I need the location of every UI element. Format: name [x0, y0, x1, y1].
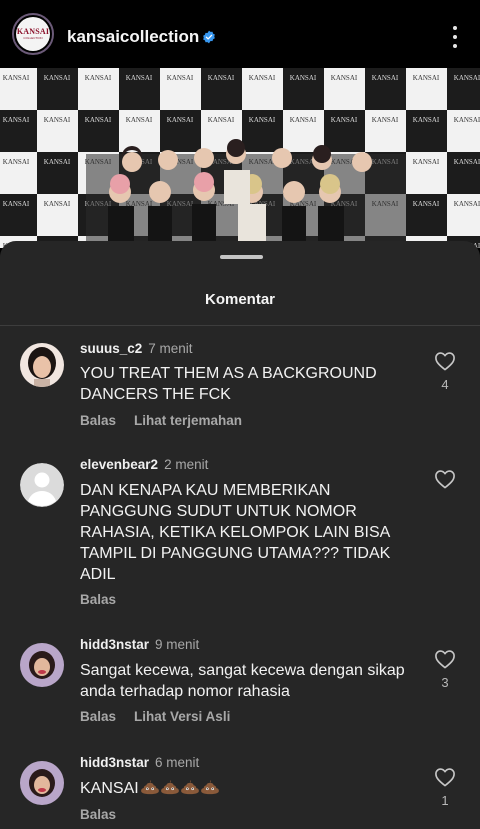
dot-icon [453, 26, 457, 30]
commenter-username[interactable]: elevenbear2 2 menit [80, 457, 208, 472]
post-image: KANSAI KANSAI KANSAI KANSAI [0, 68, 480, 248]
see-original-button[interactable]: Lihat Versi Asli [134, 709, 230, 724]
comment-time: 2 menit [164, 457, 209, 472]
username-text: hidd3nstar [80, 755, 150, 770]
comments-sheet: Komentar suuus_c2 7 menit YOU TREAT THEM … [0, 241, 480, 829]
like-count: 1 [441, 793, 449, 808]
comment-item: suuus_c2 7 menit YOU TREAT THEM AS A BACK… [0, 337, 480, 447]
comment-time: 7 menit [148, 341, 193, 356]
photo-avatar-icon [20, 761, 64, 805]
default-avatar-icon [20, 463, 64, 507]
heart-icon[interactable] [434, 767, 456, 787]
reply-button[interactable]: Balas [80, 709, 116, 724]
comment-item: hidd3nstar 6 menit KANSAI Balas 1 [0, 753, 480, 829]
comment-actions: Balas [80, 592, 134, 607]
dot-icon [453, 35, 457, 39]
sheet-title: Komentar [204, 291, 275, 308]
divider [0, 325, 480, 326]
heart-icon[interactable] [434, 469, 456, 489]
pile-of-poo-icon [160, 779, 179, 795]
verified-badge-icon [203, 30, 215, 44]
kansai-logo: KANSAI COLLECTION [16, 17, 50, 51]
sheet-drag-handle[interactable] [220, 255, 263, 259]
commenter-avatar[interactable] [20, 343, 64, 387]
heart-icon[interactable] [434, 649, 456, 669]
commenter-avatar[interactable] [20, 463, 64, 507]
commenter-avatar[interactable] [20, 761, 64, 805]
like-count: 4 [441, 377, 449, 392]
pile-of-poo-icon [140, 779, 159, 795]
pile-of-poo-icon [200, 779, 219, 795]
comment-time: 6 menit [155, 755, 200, 770]
reply-button[interactable]: Balas [80, 413, 116, 428]
more-options-button[interactable] [446, 24, 464, 50]
see-translation-button[interactable]: Lihat terjemahan [134, 413, 242, 428]
logo-subtext: COLLECTION [23, 36, 43, 40]
photo-avatar-icon [20, 343, 64, 387]
comment-actions: Balas Lihat terjemahan [80, 413, 260, 428]
commenter-username[interactable]: hidd3nstar 9 menit [80, 637, 199, 652]
like-count: 3 [441, 675, 449, 690]
comment-text-content: KANSAI [80, 780, 139, 797]
logo-text: KANSAI [16, 27, 50, 36]
reply-button[interactable]: Balas [80, 807, 116, 822]
username-text: hidd3nstar [80, 637, 150, 652]
username-text: elevenbear2 [80, 457, 159, 472]
comment-actions: Balas [80, 807, 134, 822]
photo-avatar-icon [20, 643, 64, 687]
comment-text: DAN KENAPA KAU MEMBERIKAN PANGGUNG SUDUT… [80, 482, 391, 583]
comment-time: 9 menit [155, 637, 200, 652]
comment-item: hidd3nstar 9 menit Sangat kecewa, sangat … [0, 635, 480, 735]
dot-icon [453, 44, 457, 48]
heart-icon[interactable] [434, 351, 456, 371]
commenter-username[interactable]: suuus_c2 7 menit [80, 341, 193, 356]
comment-item: elevenbear2 2 menit DAN KENAPA KAU MEMBER… [0, 455, 480, 615]
performers-group [86, 139, 406, 248]
comment-text: Sangat kecewa, sangat kecewa dengan sika… [80, 662, 405, 700]
username-text: suuus_c2 [80, 341, 143, 356]
profile-username[interactable]: kansaicollection [67, 27, 199, 47]
commenter-username[interactable]: hidd3nstar 6 menit [80, 755, 199, 770]
pile-of-poo-icon [180, 779, 199, 795]
commenter-avatar[interactable] [20, 643, 64, 687]
profile-avatar[interactable]: KANSAI COLLECTION [12, 13, 54, 55]
post-header: KANSAI COLLECTION kansaicollection [0, 0, 480, 68]
comment-actions: Balas Lihat Versi Asli [80, 709, 248, 724]
reply-button[interactable]: Balas [80, 592, 116, 607]
post-photo[interactable]: KANSAI KANSAI KANSAI KANSAI [0, 68, 480, 248]
comment-text: YOU TREAT THEM AS A BACKGROUND DANCERS T… [80, 365, 377, 403]
comment-text: KANSAI [80, 778, 410, 799]
